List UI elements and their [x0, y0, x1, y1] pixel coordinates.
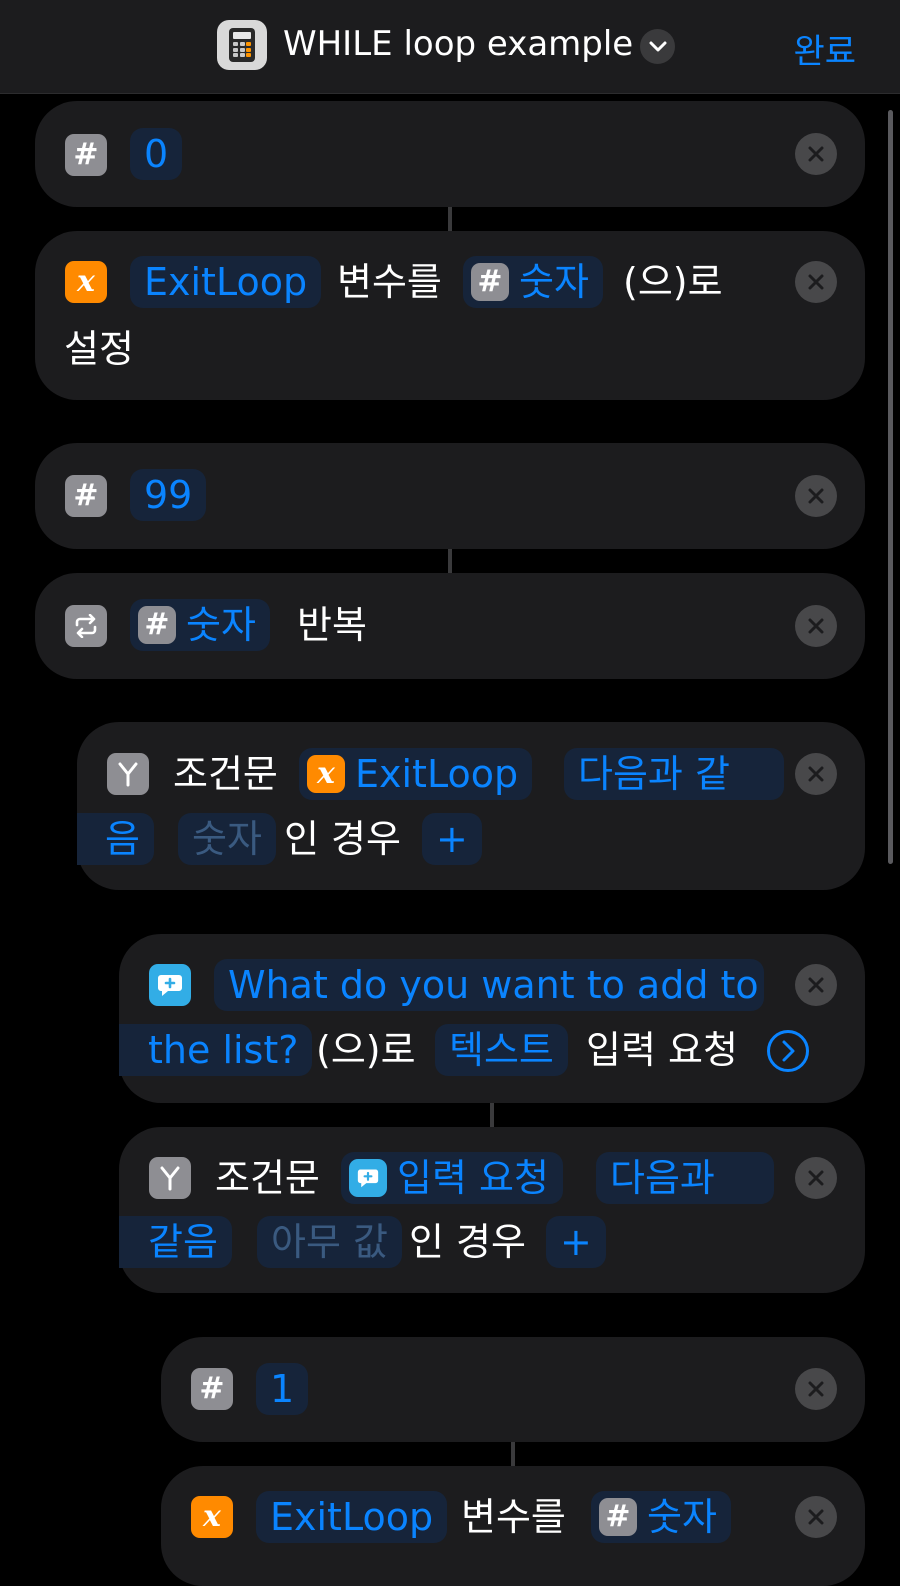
close-icon[interactable]: [795, 475, 837, 517]
connector: [490, 1103, 494, 1127]
condition-field[interactable]: 다음과 같: [564, 748, 784, 800]
add-condition-button[interactable]: +: [422, 813, 482, 865]
variable-icon: x: [191, 1496, 233, 1538]
ask-text: (으)로: [316, 1028, 416, 1072]
number-icon: #: [65, 475, 107, 517]
add-condition-button[interactable]: +: [546, 1216, 606, 1268]
condition-field[interactable]: 같음: [119, 1216, 232, 1268]
set-variable-text: 변수를: [461, 1495, 566, 1539]
number-action[interactable]: # 1: [161, 1337, 865, 1442]
magic-variable-number[interactable]: # 숫자: [130, 599, 270, 651]
if-icon: [107, 753, 149, 795]
shortcut-title[interactable]: WHILE loop example: [283, 24, 633, 64]
variable-name-label: ExitLoop: [144, 260, 308, 304]
set-variable-action[interactable]: x ExitLoop 변수를 # 숫자: [161, 1466, 865, 1586]
magic-variable-label: 숫자: [519, 260, 589, 304]
repeat-action[interactable]: # 숫자 반복: [35, 573, 865, 679]
top-bar: WHILE loop example 완료: [0, 0, 900, 94]
close-icon[interactable]: [795, 753, 837, 795]
variable-name-label: ExitLoop: [355, 752, 519, 796]
connector: [511, 1442, 515, 1466]
condition-field[interactable]: 음: [77, 813, 154, 865]
ask-for-input-action[interactable]: What do you want to add to the list? (으)…: [119, 934, 865, 1103]
number-icon: #: [65, 134, 107, 176]
magic-variable-label: 숫자: [647, 1495, 717, 1539]
repeat-icon: [65, 605, 107, 647]
input-variable-token[interactable]: 입력 요청: [341, 1152, 563, 1204]
set-variable-text: 설정: [64, 327, 134, 371]
repeat-text: 반복: [297, 603, 367, 647]
number-value-field[interactable]: 99: [130, 469, 207, 521]
connector: [448, 207, 452, 231]
calculator-icon[interactable]: [217, 20, 267, 70]
set-variable-text: (으)로: [623, 260, 723, 304]
ask-input-icon: [349, 1159, 387, 1197]
done-button[interactable]: 완료: [793, 24, 856, 73]
input-type-field[interactable]: 텍스트: [435, 1024, 568, 1076]
variable-name-label: 입력 요청: [397, 1156, 549, 1200]
variable-name-field[interactable]: ExitLoop: [130, 256, 322, 308]
if-icon: [149, 1157, 191, 1199]
scrollbar[interactable]: [888, 110, 893, 864]
ask-input-icon: [149, 964, 191, 1006]
if-suffix-text: 인 경우: [409, 1220, 526, 1264]
set-variable-action[interactable]: ExitLoop x 변수를 # 숫자 (으)로 설정: [35, 231, 865, 400]
if-suffix-text: 인 경우: [284, 817, 401, 861]
close-icon[interactable]: [795, 133, 837, 175]
close-icon[interactable]: [795, 605, 837, 647]
prompt-field[interactable]: What do you want to add to: [214, 959, 764, 1011]
if-action[interactable]: 조건문 x ExitLoop 다음과 같 음 숫자 인 경우 +: [77, 722, 865, 890]
connector: [448, 549, 452, 573]
value-field[interactable]: 아무 값: [257, 1216, 402, 1268]
close-icon[interactable]: [795, 1496, 837, 1538]
number-value-field[interactable]: 0: [130, 128, 183, 180]
close-icon[interactable]: [795, 261, 837, 303]
chevron-right-circle-icon[interactable]: [766, 1029, 810, 1077]
chevron-down-icon[interactable]: [640, 29, 675, 64]
ask-text: 입력 요청: [586, 1028, 738, 1072]
close-icon[interactable]: [795, 1157, 837, 1199]
number-action[interactable]: # 99: [35, 443, 865, 549]
number-value-field[interactable]: 1: [256, 1363, 309, 1415]
magic-variable-number[interactable]: # 숫자: [591, 1491, 731, 1543]
number-icon: #: [471, 263, 509, 301]
magic-variable-label: 숫자: [186, 603, 256, 647]
magic-variable-number[interactable]: # 숫자: [463, 256, 603, 308]
condition-field[interactable]: 다음과: [596, 1152, 774, 1204]
if-label: 조건문: [215, 1156, 320, 1200]
variable-icon: x: [65, 261, 107, 303]
number-icon: #: [138, 606, 176, 644]
if-action[interactable]: 조건문 입력 요청 다음과 같음 아무 값 인 경우 +: [119, 1127, 865, 1293]
prompt-field[interactable]: the list?: [119, 1024, 313, 1076]
if-label: 조건문: [173, 752, 278, 796]
close-icon[interactable]: [795, 1368, 837, 1410]
variable-name-field[interactable]: ExitLoop: [256, 1491, 448, 1543]
variable-exitloop-token[interactable]: x ExitLoop: [299, 748, 533, 800]
value-field[interactable]: 숫자: [178, 813, 276, 865]
set-variable-text: 변수를: [337, 260, 442, 304]
number-action[interactable]: # 0: [35, 101, 865, 207]
number-icon: #: [191, 1368, 233, 1410]
close-icon[interactable]: [795, 964, 837, 1006]
variable-icon: x: [307, 755, 345, 793]
